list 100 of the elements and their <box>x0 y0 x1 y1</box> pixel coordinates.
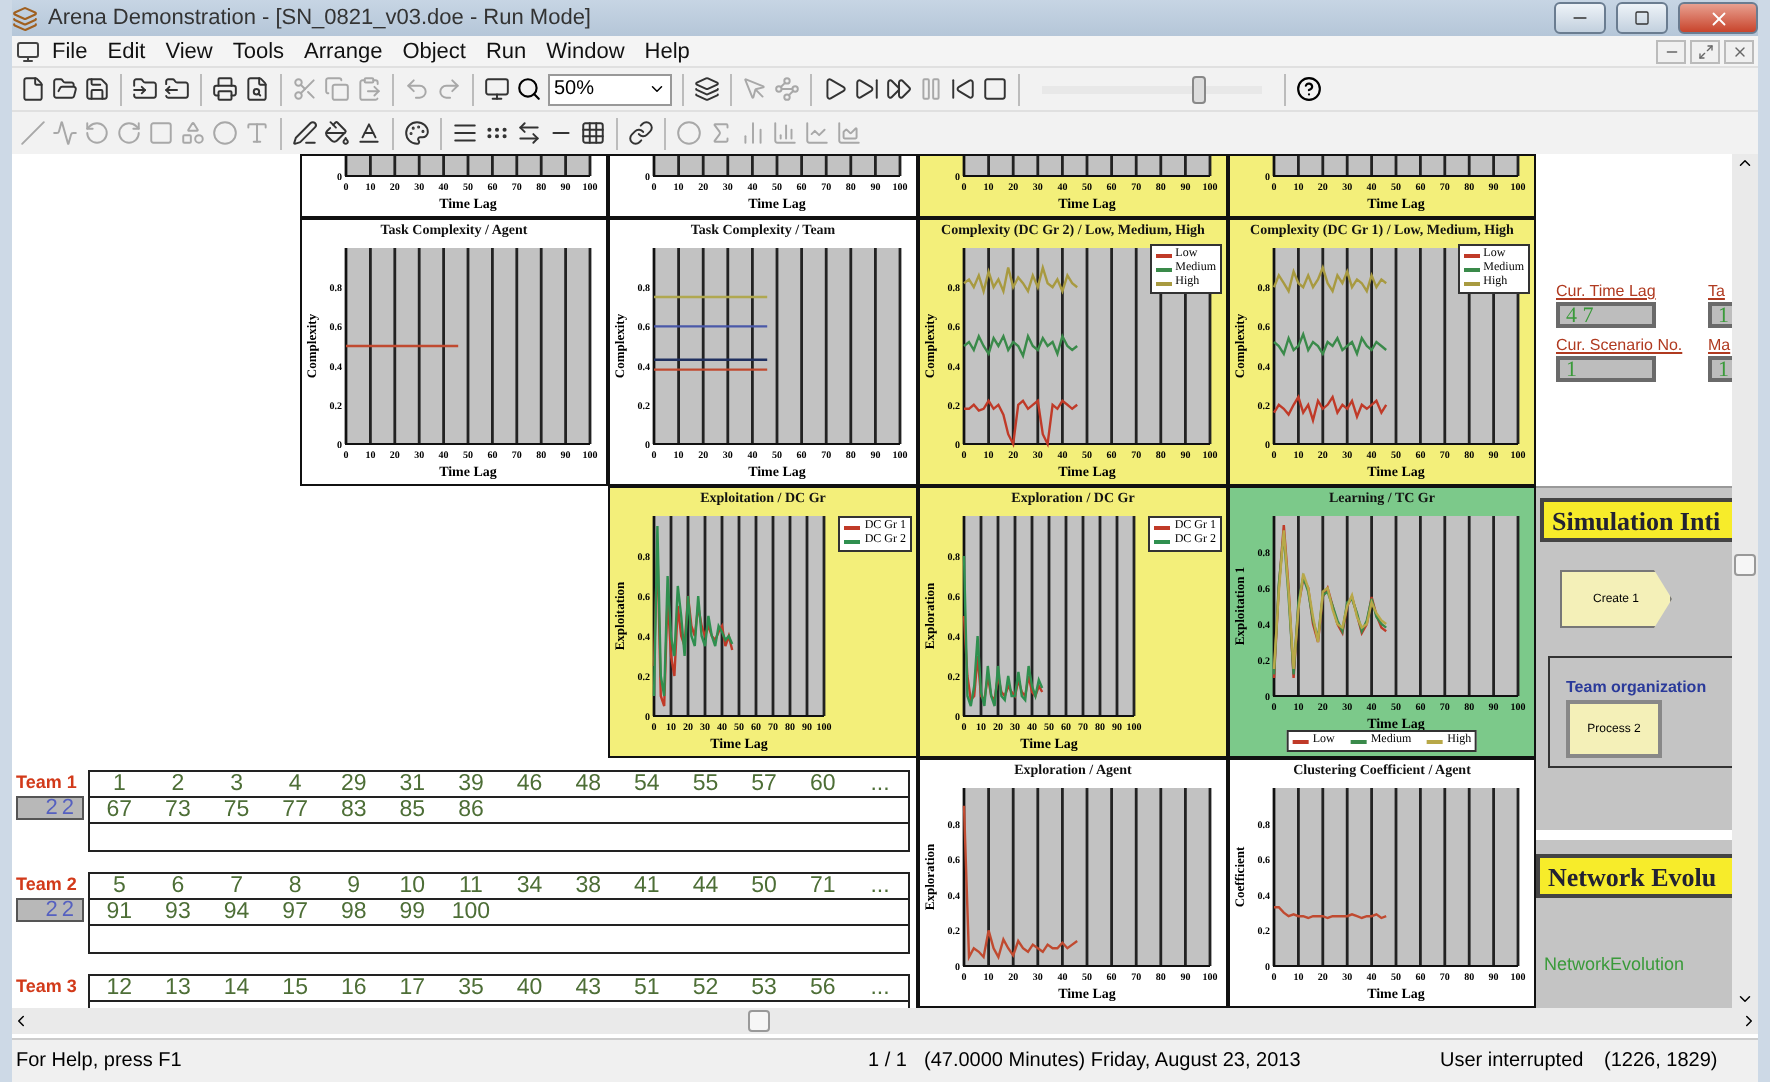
menu-item[interactable]: Object <box>394 39 474 63</box>
caret-icon[interactable] <box>648 80 666 98</box>
member-number: 1 <box>110 772 128 796</box>
stop-icon[interactable] <box>982 76 1008 102</box>
member-number: 83 <box>338 798 369 822</box>
printer-icon[interactable] <box>212 76 238 102</box>
member-number: 2 <box>169 772 187 796</box>
scroll-right-icon[interactable] <box>1740 1012 1758 1030</box>
team-label: Team 3 <box>14 974 77 1000</box>
zoom-dropdown[interactable]: 50% <box>548 73 672 105</box>
slider-thumb[interactable] <box>1192 75 1207 103</box>
member-number: 9 <box>345 874 363 898</box>
menu-item[interactable]: Run <box>477 39 535 63</box>
monitor-icon[interactable] <box>484 76 510 102</box>
more-text: ... <box>868 976 892 1000</box>
team-label: Team 2 <box>14 872 77 898</box>
member-number: 91 <box>104 900 135 924</box>
member-number: 51 <box>632 976 662 1000</box>
window-title: Arena Demonstration - [SN_0821_v03.doe - Run Mode] <box>48 6 593 30</box>
member-number: 10 <box>397 874 428 898</box>
menu-item[interactable]: Help <box>636 39 698 63</box>
scroll-left-icon[interactable] <box>12 1012 30 1030</box>
member-number: 8 <box>286 874 304 898</box>
member-number: 46 <box>514 772 545 796</box>
member-number: 75 <box>221 798 252 822</box>
horizontal-scrollbar[interactable] <box>12 1008 1758 1034</box>
member-number: 29 <box>338 772 369 796</box>
step-icon[interactable] <box>854 76 880 102</box>
close-button[interactable] <box>1678 2 1758 34</box>
minimize-button[interactable] <box>1554 2 1606 34</box>
member-number: 13 <box>163 976 193 1000</box>
maximize-button[interactable] <box>1616 2 1668 34</box>
link-icon[interactable] <box>628 120 654 146</box>
field-label: Cur. Time Lag <box>1556 282 1658 300</box>
member-number: 77 <box>280 798 310 822</box>
folder-out-icon[interactable] <box>164 76 190 102</box>
menu-item[interactable]: File <box>44 39 96 63</box>
status-text: (47.0000 Minutes) Friday, August 23, 2013 <box>922 1050 1303 1072</box>
member-number: 38 <box>573 874 603 898</box>
close-button[interactable] <box>1724 39 1754 63</box>
member-number: 14 <box>221 976 252 1000</box>
more-text: ... <box>868 874 892 898</box>
field-label: Cur. Scenario No. <box>1556 336 1685 354</box>
line-color-icon[interactable] <box>292 120 318 146</box>
member-number: 4 <box>286 772 304 796</box>
play-icon[interactable] <box>822 76 848 102</box>
member-number: 48 <box>573 772 603 796</box>
layers-icon[interactable] <box>694 76 720 102</box>
menu-item[interactable]: Edit <box>99 39 154 63</box>
menu-item[interactable]: Arrange <box>296 39 391 63</box>
help-icon[interactable] <box>1296 76 1322 102</box>
arrow-style-icon[interactable] <box>516 120 542 146</box>
fill-color-icon[interactable] <box>324 120 350 146</box>
member-number: 41 <box>632 874 662 898</box>
value-field: 1 <box>1708 356 1732 382</box>
close-icon[interactable] <box>1707 7 1729 29</box>
print-preview-icon[interactable] <box>244 76 270 102</box>
member-number: 71 <box>807 874 838 898</box>
value-field: 4 7 <box>1556 302 1656 328</box>
scroll-thumb[interactable] <box>1734 554 1756 576</box>
app-icon <box>12 5 38 31</box>
menu-item[interactable]: Tools <box>224 39 293 63</box>
member-number: 31 <box>397 772 428 796</box>
member-number: 52 <box>690 976 721 1000</box>
member-number: 16 <box>338 976 369 1000</box>
menu-item[interactable]: Window <box>538 39 633 63</box>
member-number: 6 <box>169 874 187 898</box>
new-file-icon[interactable] <box>20 76 46 102</box>
scroll-up-icon[interactable] <box>1736 154 1754 172</box>
text-color-icon[interactable] <box>356 120 382 146</box>
vertical-scrollbar[interactable] <box>1732 154 1758 1008</box>
more-text: ... <box>868 772 892 796</box>
member-number: 54 <box>632 772 662 796</box>
scroll-thumb[interactable] <box>748 1010 770 1032</box>
member-number: 85 <box>397 798 428 822</box>
menu-item[interactable]: View <box>157 39 221 63</box>
rewind-icon[interactable] <box>950 76 976 102</box>
folder-in-icon[interactable] <box>132 76 158 102</box>
save-icon[interactable] <box>84 76 110 102</box>
status-text: For Help, press F1 <box>14 1050 184 1072</box>
member-number: 3 <box>228 772 245 796</box>
open-folder-icon[interactable] <box>52 76 78 102</box>
member-number: 12 <box>104 976 135 1000</box>
fast-forward-icon[interactable] <box>886 76 912 102</box>
scroll-down-icon[interactable] <box>1736 990 1754 1008</box>
palette-icon[interactable] <box>404 120 430 146</box>
maximize-icon[interactable] <box>1634 10 1650 26</box>
status-text: User interrupted <box>1438 1050 1586 1072</box>
restore-button[interactable] <box>1690 39 1720 63</box>
restore-icon[interactable] <box>1697 43 1713 59</box>
fill-pattern-icon[interactable] <box>580 120 606 146</box>
minimize-button[interactable] <box>1656 39 1686 63</box>
close-icon[interactable] <box>1731 43 1747 59</box>
member-number: 11 <box>457 874 485 898</box>
member-number: 60 <box>807 772 838 796</box>
panel-heading: Network Evolu <box>1536 854 1732 898</box>
member-number: 97 <box>280 900 310 924</box>
line-width-icon[interactable] <box>452 120 478 146</box>
search-icon[interactable] <box>516 76 542 102</box>
member-number: 43 <box>573 976 603 1000</box>
